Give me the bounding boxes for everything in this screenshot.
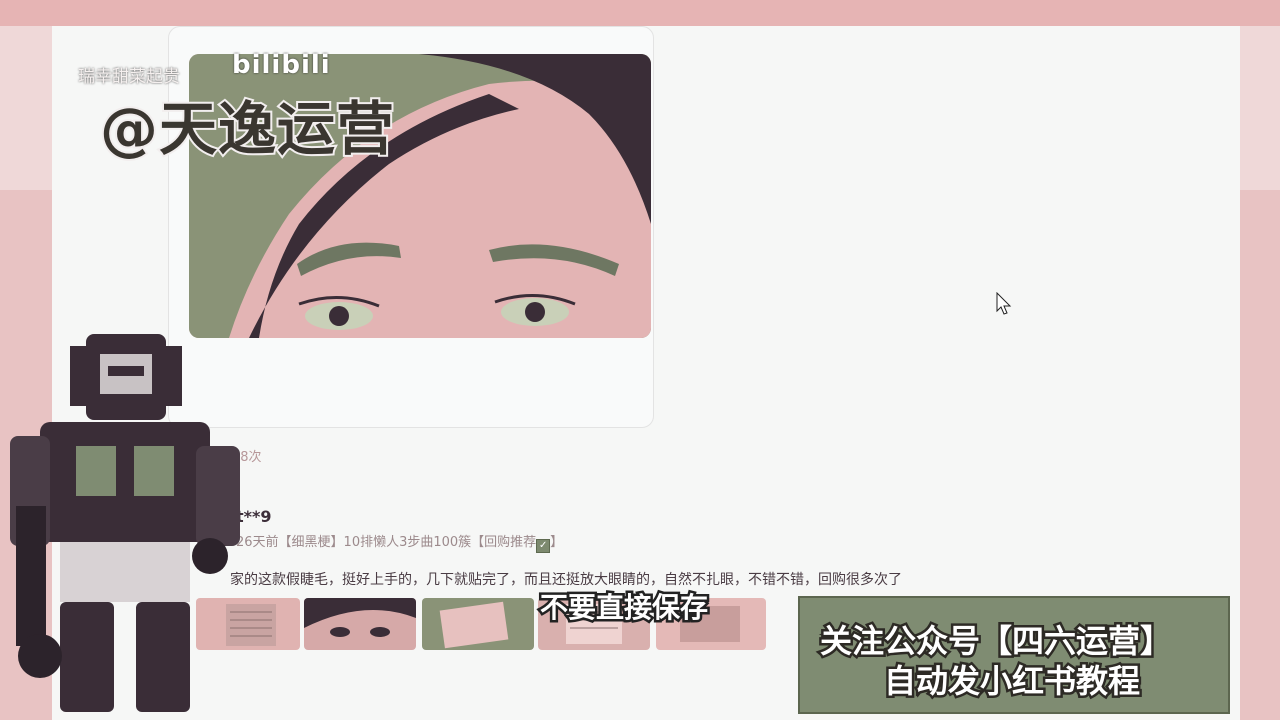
review-thumbnail[interactable] (304, 598, 416, 650)
mouse-pointer-icon (996, 292, 1012, 315)
review-meta-suffix: 】 (550, 535, 564, 550)
promo-line-2: 自动发小红书教程 (881, 660, 1142, 703)
review-meta: 26天前【细黑梗】10排懒人3步曲100簇【回购推荐 ✓】 (236, 531, 563, 553)
creator-handle-watermark: @天逸运营 (98, 93, 396, 165)
bilibili-logo: bilibili (232, 50, 331, 80)
video-subtitle: 不要直接保存 (537, 589, 710, 627)
review-meta-text: 26天前【细黑梗】10排懒人3步曲100簇【回购推荐 (236, 535, 537, 550)
robot-figure-illustration (10, 334, 240, 712)
review-thumbnail[interactable] (422, 598, 534, 650)
check-icon: ✓ (536, 539, 551, 553)
